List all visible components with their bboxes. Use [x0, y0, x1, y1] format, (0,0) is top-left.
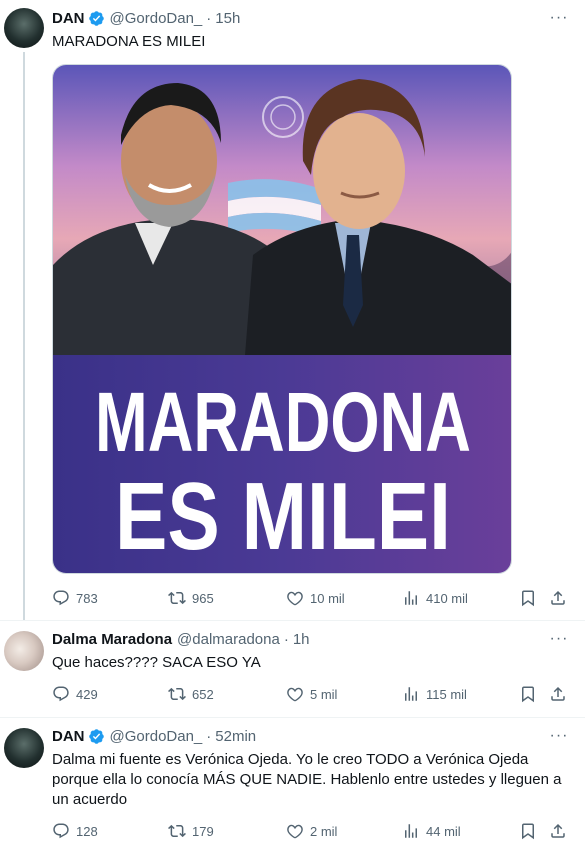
retweet-button[interactable]: 179 — [168, 821, 214, 841]
tweet-header: Dalma Maradona @dalmaradona · 1h — [52, 629, 310, 649]
separator-dot: · — [206, 727, 212, 745]
like-button[interactable]: 5 mil — [286, 684, 337, 704]
like-button[interactable]: 10 mil — [286, 588, 345, 608]
tweet-header: DAN @GordoDan_ · 52min — [52, 726, 256, 746]
share-button[interactable] — [548, 588, 568, 608]
retweet-icon — [168, 591, 186, 605]
timestamp[interactable]: 1h — [293, 631, 310, 648]
tweet-3[interactable]: DAN @GordoDan_ · 52min ··· Dalma mi fuen… — [0, 718, 585, 847]
views-button[interactable]: 410 mil — [402, 588, 468, 608]
separator-dot: · — [283, 630, 289, 648]
share-button[interactable] — [548, 684, 568, 704]
reply-count: 429 — [76, 686, 98, 702]
views-button[interactable]: 44 mil — [402, 821, 461, 841]
bookmark-icon — [522, 686, 534, 703]
handle[interactable]: @GordoDan_ — [110, 10, 203, 27]
tweet-header: DAN @GordoDan_ · 15h — [52, 8, 240, 28]
timestamp[interactable]: 15h — [215, 10, 240, 27]
more-icon[interactable]: ··· — [549, 726, 569, 746]
reply-button[interactable]: 128 — [52, 821, 98, 841]
display-name[interactable]: Dalma Maradona — [52, 631, 172, 648]
verified-badge-icon — [88, 728, 104, 744]
share-button[interactable] — [548, 821, 568, 841]
share-icon — [551, 686, 565, 701]
reply-icon — [53, 686, 69, 702]
avatar[interactable] — [4, 8, 44, 48]
display-name[interactable]: DAN — [52, 10, 85, 27]
tweet-actions: 128 179 2 mil 44 mil — [52, 821, 572, 841]
views-button[interactable]: 115 mil — [402, 684, 467, 704]
tweet-text: Que haces???? SACA ESO YA — [52, 654, 261, 671]
bookmark-button[interactable] — [518, 821, 538, 841]
bookmark-icon — [522, 590, 534, 607]
like-icon — [287, 687, 303, 702]
tweet-actions: 429 652 5 mil 115 mil — [52, 684, 572, 704]
reply-count: 783 — [76, 590, 98, 606]
share-icon — [551, 590, 565, 605]
views-icon — [405, 687, 417, 701]
handle[interactable]: @dalmaradona — [177, 631, 280, 648]
handle[interactable]: @GordoDan_ — [110, 728, 203, 745]
bookmark-button[interactable] — [518, 684, 538, 704]
maradona-milei-poster: MARADONA ES MILEI — [53, 65, 511, 573]
more-icon[interactable]: ··· — [549, 8, 569, 28]
bookmark-button[interactable] — [518, 588, 538, 608]
reply-button[interactable]: 783 — [52, 588, 98, 608]
retweet-icon — [168, 687, 186, 701]
views-count: 410 mil — [426, 590, 468, 606]
reply-button[interactable]: 429 — [52, 684, 98, 704]
avatar[interactable] — [4, 631, 44, 671]
like-count: 5 mil — [310, 686, 338, 702]
retweet-count: 179 — [192, 823, 214, 839]
views-icon — [405, 824, 417, 838]
tweet-text: Dalma mi fuente es Verónica Ojeda. Yo le… — [52, 751, 562, 808]
verified-badge-icon — [88, 10, 104, 26]
share-icon — [551, 823, 565, 838]
like-count: 2 mil — [310, 823, 338, 839]
reply-count: 128 — [76, 823, 98, 839]
like-count: 10 mil — [310, 590, 345, 606]
retweet-count: 652 — [192, 686, 214, 702]
timestamp[interactable]: 52min — [215, 728, 256, 745]
thread-line — [23, 52, 25, 620]
avatar[interactable] — [4, 728, 44, 768]
retweet-count: 965 — [192, 590, 214, 606]
retweet-button[interactable]: 652 — [168, 684, 214, 704]
display-name[interactable]: DAN — [52, 728, 85, 745]
reply-icon — [53, 590, 69, 606]
retweet-button[interactable]: 965 — [168, 588, 214, 608]
like-button[interactable]: 2 mil — [286, 821, 337, 841]
bookmark-icon — [522, 823, 534, 840]
tweet-2[interactable]: Dalma Maradona @dalmaradona · 1h ··· Que… — [0, 621, 585, 717]
views-icon — [405, 591, 417, 605]
tweet-image[interactable]: MARADONA ES MILEI — [52, 64, 512, 574]
poster-line-2: ES MILEI — [115, 463, 451, 570]
more-icon[interactable]: ··· — [549, 629, 569, 649]
poster-line-1: MARADONA — [95, 375, 471, 469]
views-count: 115 mil — [426, 686, 467, 702]
like-icon — [287, 824, 303, 839]
tweet-text: MARADONA ES MILEI — [52, 33, 206, 50]
views-count: 44 mil — [426, 823, 461, 839]
tweet-actions: 783 965 10 mil 410 mil — [52, 588, 572, 608]
tweet-1[interactable]: DAN @GordoDan_ · 15h ··· MARADONA ES MIL… — [0, 0, 585, 620]
reply-icon — [53, 823, 69, 839]
like-icon — [287, 591, 303, 606]
retweet-icon — [168, 824, 186, 838]
separator-dot: · — [206, 9, 212, 27]
